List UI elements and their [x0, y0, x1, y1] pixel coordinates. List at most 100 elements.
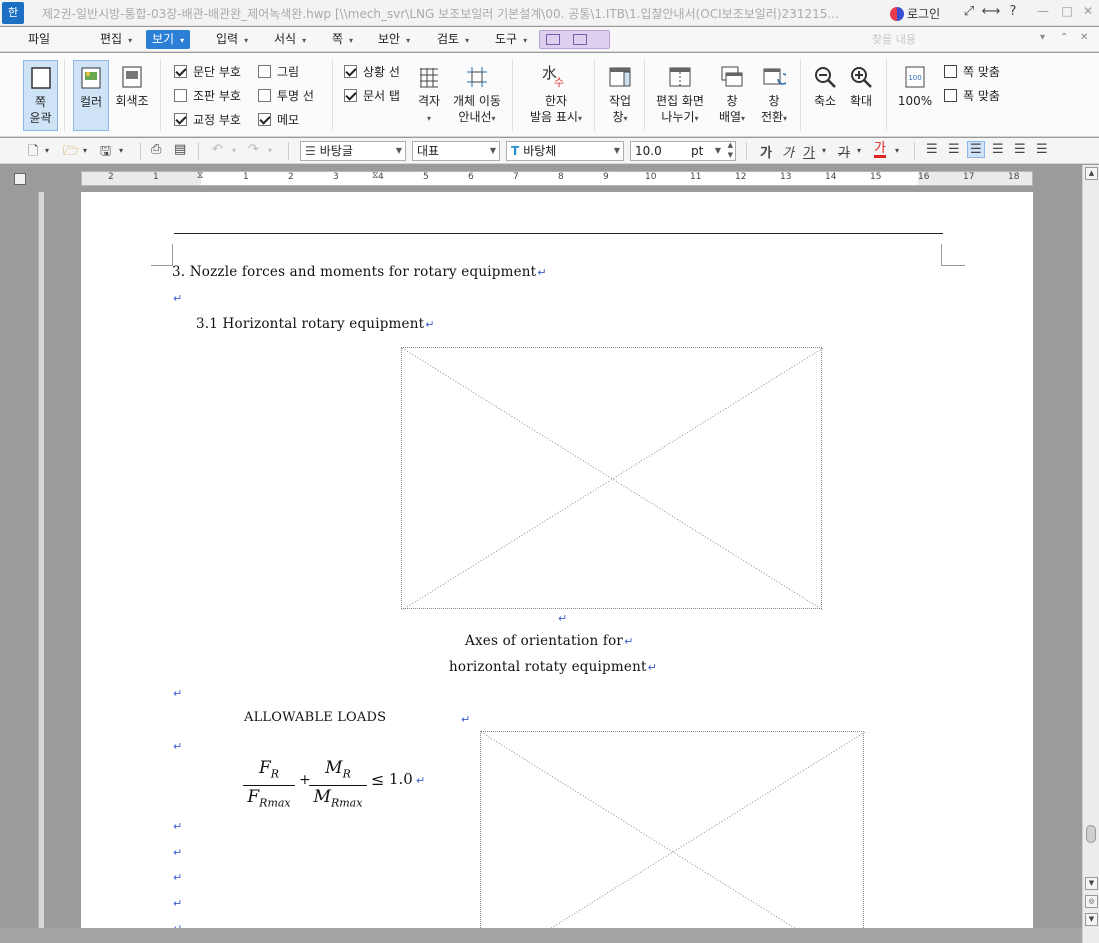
menu-tools[interactable]: 도구 ▾ [489, 30, 533, 49]
stepper-icon[interactable]: ▲ ▼ [728, 140, 733, 160]
paragraph-mark-icon: ↵ [173, 820, 183, 833]
page-outline-button[interactable]: 쪽 윤곽 [23, 60, 58, 131]
quick-style-buttons[interactable] [539, 30, 610, 49]
collapse-ribbon-icon[interactable]: ⌃ [1060, 32, 1068, 43]
check-memo[interactable]: 메모 [258, 112, 299, 128]
menu-security[interactable]: 보안 ▾ [372, 30, 416, 49]
task-pane-button[interactable]: 작업 창▾ [602, 65, 638, 129]
chevron-down-icon[interactable]: ▾ [857, 146, 861, 155]
help-icon[interactable]: ? [1002, 4, 1024, 19]
ruler-number: 15 [870, 172, 882, 182]
redo-icon[interactable]: ↷ [248, 142, 259, 157]
menu-view[interactable]: 보기 ▾ [146, 30, 191, 49]
separator [160, 59, 161, 131]
horizontal-ruler[interactable]: 2 1 1 2 3 4 5 6 7 8 9 10 11 12 13 14 15 … [81, 171, 1033, 186]
check-doc-tab[interactable]: 문서 탭 [344, 88, 400, 104]
scroll-up-button[interactable]: ▲ [1085, 167, 1098, 180]
image-placeholder[interactable] [401, 347, 823, 610]
close-button[interactable]: ✕ [1078, 4, 1098, 18]
search-dropdown-icon[interactable]: ▾ [1040, 32, 1045, 43]
menu-page[interactable]: 쪽 ▾ [326, 30, 359, 49]
object-guide-button[interactable]: 개체 이동 안내선▾ [450, 65, 504, 129]
zoom-out-button[interactable]: 축소 [808, 65, 842, 125]
menu-review[interactable]: 검토 ▾ [431, 30, 475, 49]
login-button[interactable]: 로그인 [890, 5, 940, 22]
vertical-scrollbar[interactable]: ▲ ▼ ◎ ▼ [1082, 165, 1099, 943]
open-folder-icon[interactable]: 🗁 [63, 142, 79, 164]
align-right-icon[interactable]: ☰ [992, 142, 1004, 157]
split-view-label2: 나누기 [661, 110, 695, 124]
minimize-button[interactable]: — [1033, 4, 1053, 18]
fit-page-button[interactable]: 쪽 맞춤 [944, 64, 1000, 80]
menu-insert[interactable]: 입력 ▾ [210, 30, 254, 49]
bold-icon[interactable]: 가 [760, 142, 772, 161]
prev-page-button[interactable]: ◎ [1085, 895, 1098, 908]
italic-icon[interactable]: 가 [782, 142, 794, 161]
check-status-line[interactable]: 상황 선 [344, 64, 400, 80]
save-icon[interactable]: 🖫 [100, 142, 111, 164]
resize-icon[interactable]: ⟷ [980, 4, 1002, 19]
image-placeholder[interactable] [480, 731, 865, 931]
new-document-icon[interactable]: 🗋 [28, 142, 38, 164]
color-view-button[interactable]: 컬러 [73, 60, 109, 131]
preview-icon[interactable]: ▤ [174, 142, 186, 157]
font-size-input[interactable]: 10.0 pt ▼ ▲ ▼ [630, 141, 736, 161]
margin-marker-icon[interactable]: ⧖ [372, 171, 378, 181]
empty-paragraph: ↵ [172, 844, 182, 860]
font-select[interactable]: T 바탕체 ▼ [506, 141, 624, 161]
next-page-button[interactable]: ▼ [1085, 913, 1098, 926]
align-left-icon[interactable]: ☰ [948, 142, 960, 157]
paragraph-mark-icon: ↵ [537, 266, 547, 279]
align-center-icon[interactable]: ☰ [967, 141, 985, 158]
check-para-marks[interactable]: 문단 부호 [174, 64, 241, 80]
grayscale-button[interactable]: 회색조 [113, 65, 151, 125]
document-page[interactable]: 3. Nozzle forces and moments for rotary … [81, 192, 1033, 931]
menu-security-label: 보안 [378, 32, 401, 46]
menu-file[interactable]: 파일 [22, 30, 56, 49]
chevron-down-icon[interactable]: ▾ [45, 146, 49, 155]
arrange-windows-button[interactable]: 창 배열▾ [714, 65, 750, 129]
check-picture[interactable]: 그림 [258, 64, 299, 80]
chevron-down-icon[interactable]: ▾ [268, 146, 272, 155]
split-view-button[interactable]: 편집 화면 나누기▾ [652, 65, 708, 129]
arrange-label1: 창 [726, 94, 738, 108]
scroll-thumb[interactable] [1086, 825, 1096, 843]
menu-format[interactable]: 서식 ▾ [268, 30, 312, 49]
align-distribute-icon[interactable]: ☰ [1014, 142, 1026, 157]
hanja-reading-button[interactable]: 水 수 한자 발음 표시▾ [524, 65, 588, 129]
switch-window-button[interactable]: 창 전환▾ [756, 65, 792, 129]
check-control-codes[interactable]: 조판 부호 [174, 88, 241, 104]
align-split-icon[interactable]: ☰ [1036, 142, 1048, 157]
style-select[interactable]: ☰ 바탕글 ▼ [300, 141, 406, 161]
menu-edit[interactable]: 편집 ▾ [94, 30, 138, 49]
empty-paragraph: ↵ [172, 895, 182, 911]
underline-icon[interactable]: 가 [803, 142, 815, 161]
chevron-down-icon[interactable]: ▾ [83, 146, 87, 155]
close-doc-icon[interactable]: ✕ [1080, 32, 1088, 43]
fullscreen-icon[interactable]: ⤢ [958, 4, 980, 19]
undo-icon[interactable]: ↶ [212, 142, 223, 157]
zoom-in-button[interactable]: 확대 [844, 65, 878, 125]
switch-label2: 전환 [760, 110, 784, 124]
grid-button[interactable]: 격자 ▾ [412, 65, 446, 129]
check-transparent-line[interactable]: 투명 선 [258, 88, 314, 104]
print-icon[interactable]: ⎙ [151, 142, 161, 157]
maximize-button[interactable]: □ [1057, 4, 1077, 18]
grayscale-label: 회색조 [115, 94, 149, 108]
chevron-down-icon[interactable]: ▾ [822, 146, 826, 155]
chevron-down-icon[interactable]: ▾ [119, 146, 123, 155]
zoom-100-button[interactable]: 100 100% [895, 65, 935, 125]
fit-width-button[interactable]: 폭 맞춤 [944, 88, 1000, 104]
check-proof-marks[interactable]: 교정 부호 [174, 112, 241, 128]
ruler-corner[interactable] [14, 173, 26, 185]
scroll-down-button[interactable]: ▼ [1085, 877, 1098, 890]
strikethrough-icon[interactable]: 가 [838, 142, 850, 161]
search-input[interactable]: 찾을 내용 [872, 31, 1052, 49]
align-justify-icon[interactable]: ☰ [926, 142, 938, 157]
font-color-icon[interactable]: 가 [874, 142, 886, 158]
chevron-down-icon: ▾ [180, 36, 185, 45]
indent-marker-icon[interactable]: ⧖ [197, 171, 203, 181]
language-select[interactable]: 대표 ▼ [412, 141, 500, 161]
chevron-down-icon[interactable]: ▾ [232, 146, 236, 155]
chevron-down-icon[interactable]: ▾ [895, 146, 899, 155]
